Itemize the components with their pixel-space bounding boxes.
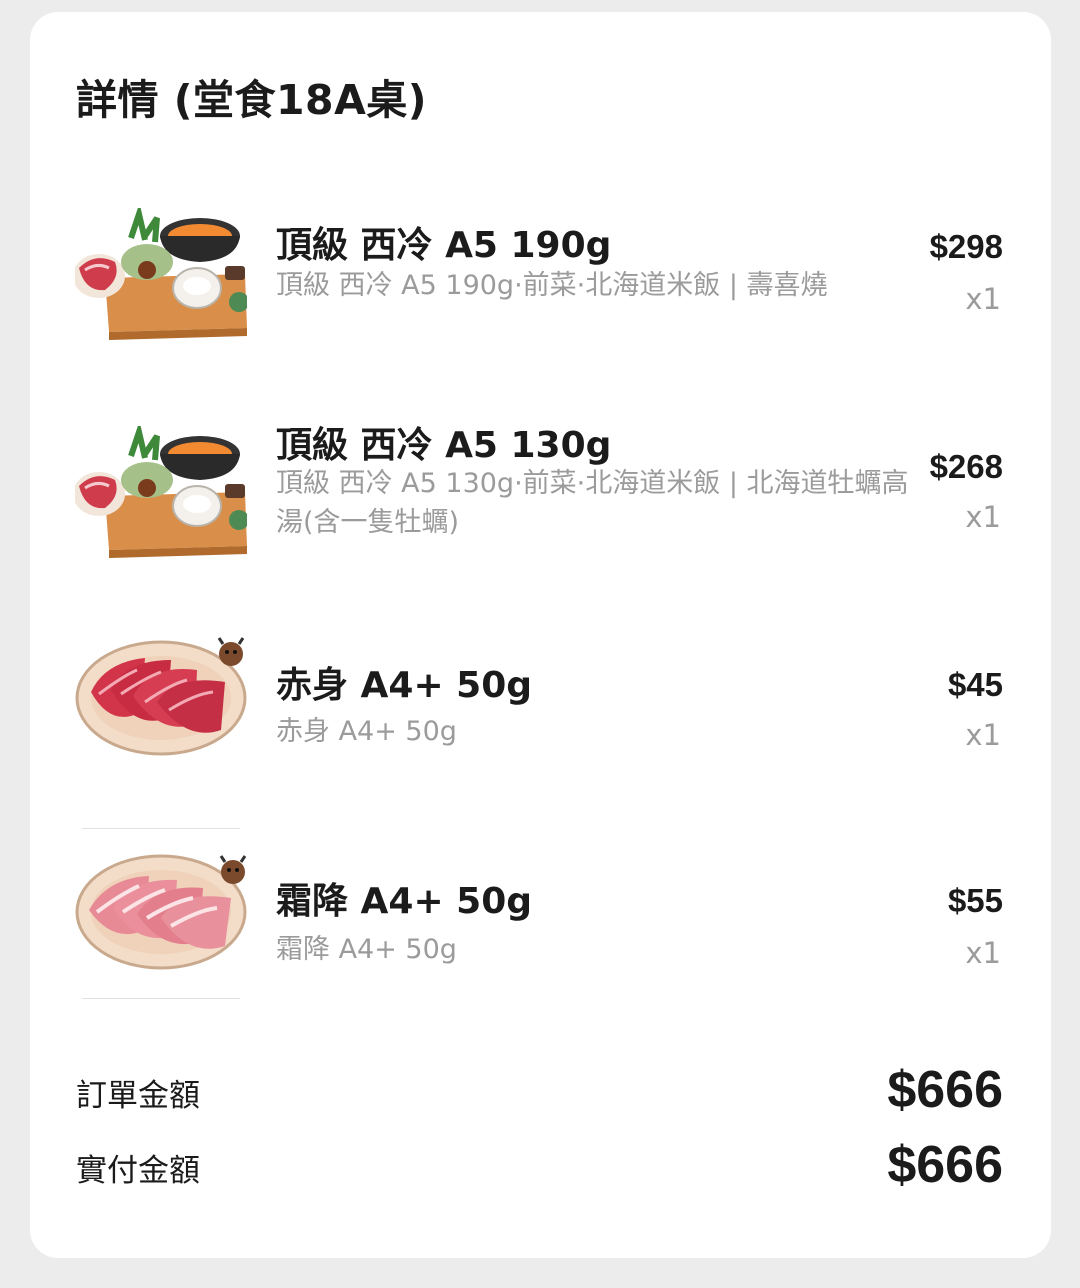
order-detail-card: 詳情 (堂食18A桌) 頂級 西冷 A5 190g 頂級 西冷 A5 190g·… <box>30 12 1051 1258</box>
item-price: $45 <box>947 666 1003 703</box>
item-quantity: x1 <box>965 718 1001 752</box>
order-item: 頂級 西冷 A5 130g 頂級 西冷 A5 130g·前菜·北海道米飯 | 北… <box>30 402 1051 562</box>
order-amount-label: 訂單金額 <box>76 1078 200 1114</box>
hotpot-set-image <box>75 208 247 342</box>
item-description: 赤身 A4+ 50g <box>276 716 457 747</box>
hotpot-set-image <box>75 426 247 560</box>
item-price: $298 <box>929 228 1003 265</box>
item-quantity: x1 <box>965 282 1001 316</box>
order-amount-value: $666 <box>887 1061 1003 1119</box>
item-description: 頂級 西冷 A5 130g·前菜·北海道米飯 | 北海道牡蠣高湯(含一隻牡蠣) <box>276 468 909 538</box>
divider <box>82 998 240 999</box>
item-quantity: x1 <box>965 936 1001 970</box>
item-name: 頂級 西冷 A5 190g <box>276 225 612 266</box>
item-description: 霜降 A4+ 50g <box>276 934 457 965</box>
beef-plate-image <box>75 632 247 766</box>
page-title: 詳情 (堂食18A桌) <box>76 76 428 124</box>
item-name: 頂級 西冷 A5 130g <box>276 425 612 466</box>
item-quantity: x1 <box>965 500 1001 534</box>
paid-amount-label: 實付金額 <box>76 1153 200 1189</box>
item-description: 頂級 西冷 A5 190g·前菜·北海道米飯 | 壽喜燒 <box>276 270 828 301</box>
item-price: $268 <box>929 448 1003 485</box>
item-name: 霜降 A4+ 50g <box>276 881 533 922</box>
order-item: 霜降 A4+ 50g 霜降 A4+ 50g $55 x1 <box>30 844 1051 994</box>
marbled-beef-plate-image <box>75 846 247 980</box>
order-item: 赤身 A4+ 50g 赤身 A4+ 50g $45 x1 <box>30 630 1051 780</box>
divider <box>82 828 240 829</box>
paid-amount-value: $666 <box>887 1136 1003 1194</box>
item-price: $55 <box>947 882 1003 919</box>
item-name: 赤身 A4+ 50g <box>276 665 533 706</box>
order-item: 頂級 西冷 A5 190g 頂級 西冷 A5 190g·前菜·北海道米飯 | 壽… <box>30 202 1051 352</box>
